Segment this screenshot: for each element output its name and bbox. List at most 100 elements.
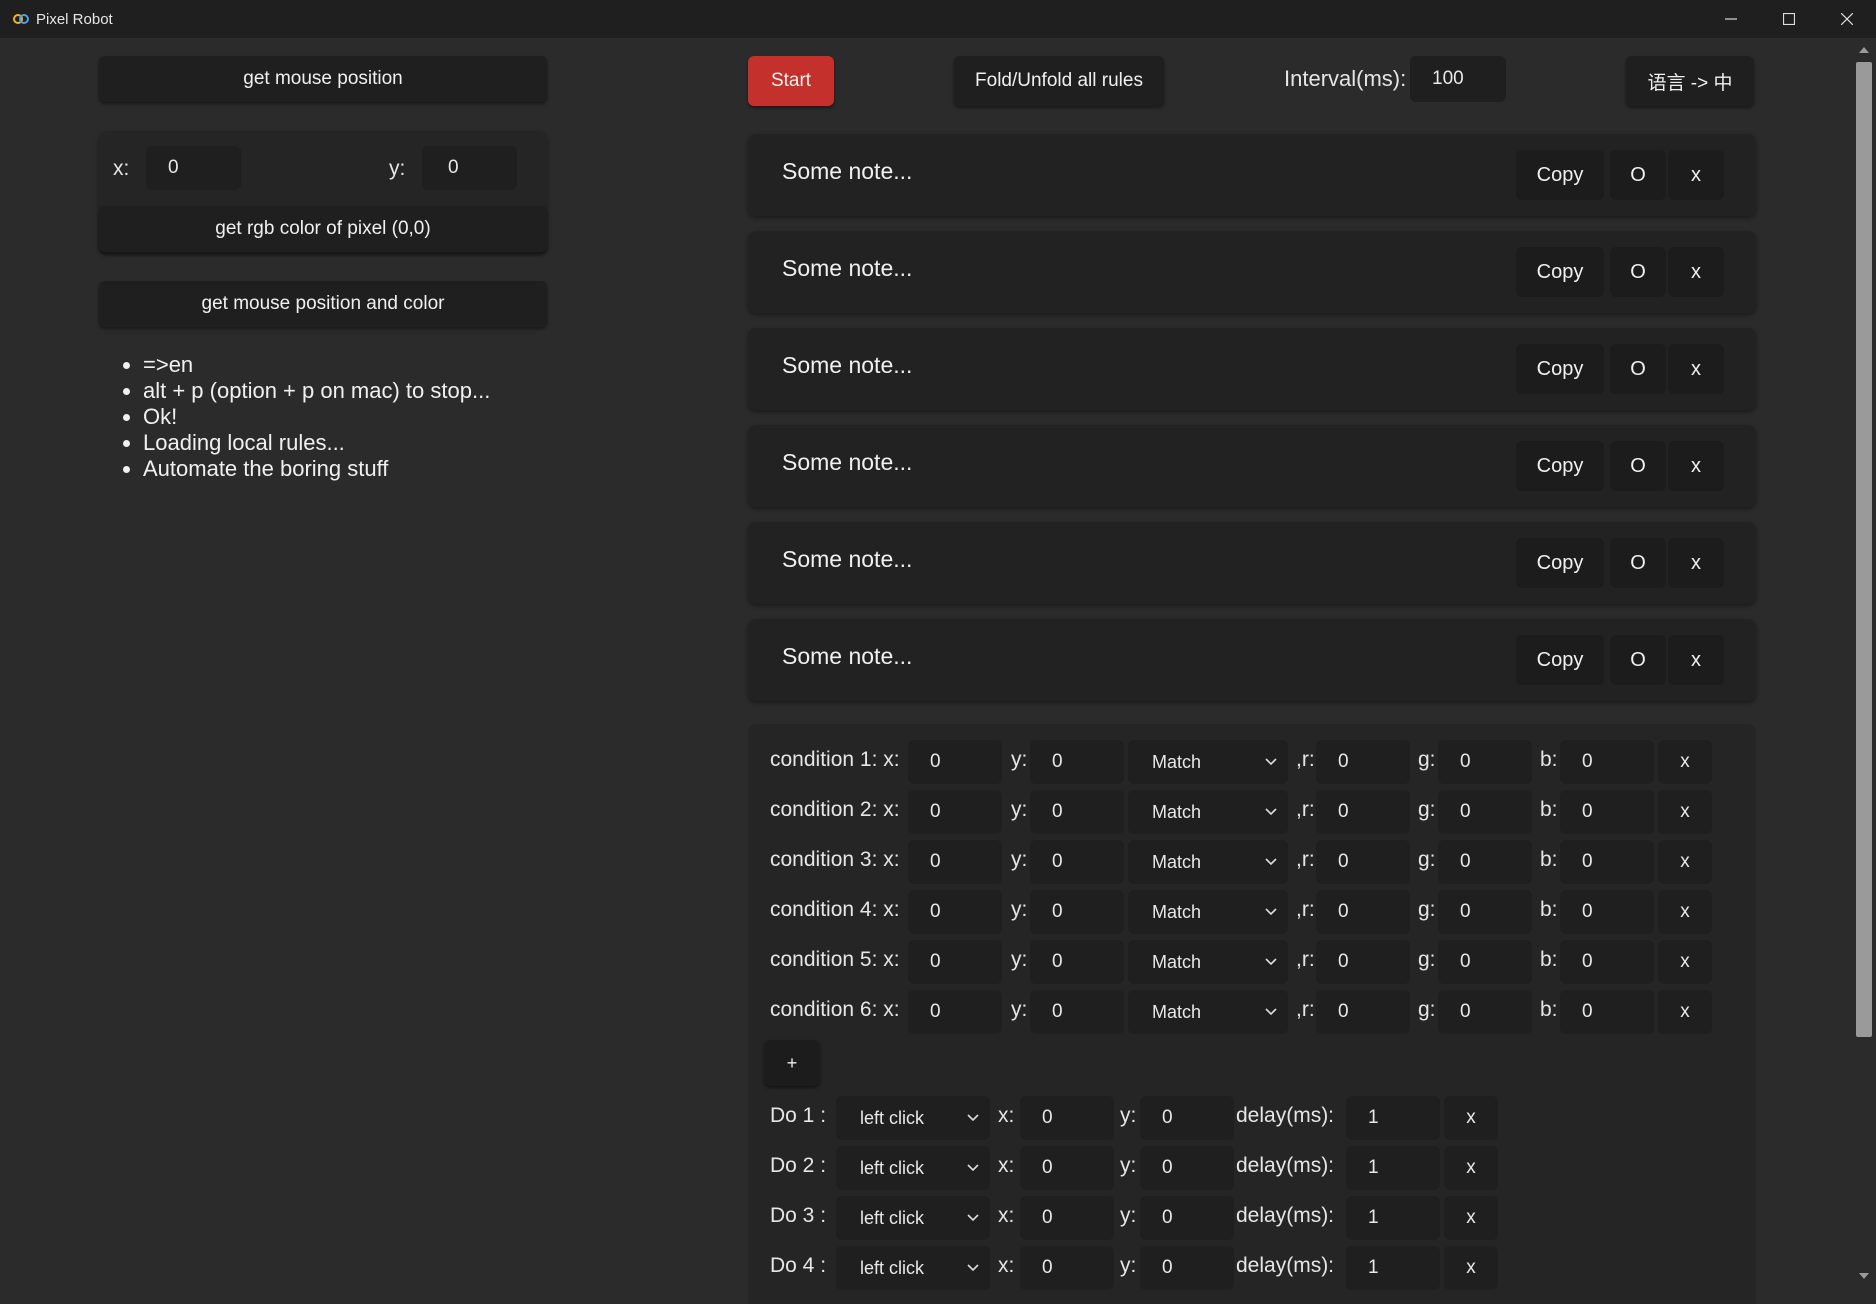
action-x-input[interactable]: 0 (1020, 1146, 1114, 1190)
delete-action-button[interactable]: x (1444, 1146, 1498, 1190)
copy-rule-button[interactable]: Copy (1516, 150, 1604, 200)
condition-x-input[interactable]: 0 (908, 740, 1002, 784)
delete-condition-button[interactable]: x (1658, 890, 1712, 934)
delete-action-button[interactable]: x (1444, 1096, 1498, 1140)
x-input[interactable]: 0 (146, 146, 241, 190)
condition-x-input[interactable]: 0 (908, 890, 1002, 934)
condition-r-input[interactable]: 0 (1316, 740, 1410, 784)
condition-y-input[interactable]: 0 (1030, 890, 1124, 934)
condition-mode-select[interactable]: Match (1128, 840, 1288, 884)
rule-note[interactable]: Some note... (782, 449, 912, 476)
fold-unfold-rules-button[interactable]: Fold/Unfold all rules (954, 56, 1164, 106)
delete-condition-button[interactable]: x (1658, 790, 1712, 834)
condition-mode-select[interactable]: Match (1128, 790, 1288, 834)
delay-input[interactable]: 1 (1346, 1196, 1440, 1240)
condition-mode-select[interactable]: Match (1128, 990, 1288, 1034)
action-y-input[interactable]: 0 (1140, 1146, 1234, 1190)
action-x-input[interactable]: 0 (1020, 1096, 1114, 1140)
scroll-down-arrow-icon[interactable] (1857, 1270, 1871, 1282)
action-type-select[interactable]: left click (836, 1096, 990, 1140)
scrollbar-thumb[interactable] (1856, 62, 1872, 1037)
copy-rule-button[interactable]: Copy (1516, 635, 1604, 685)
toggle-rule-button[interactable]: O (1610, 247, 1666, 297)
rule-note[interactable]: Some note... (782, 352, 912, 379)
condition-b-input[interactable]: 0 (1560, 990, 1654, 1034)
delete-action-button[interactable]: x (1444, 1246, 1498, 1290)
get-rgb-color-button[interactable]: get rgb color of pixel (0,0) (99, 206, 547, 252)
action-type-select[interactable]: left click (836, 1246, 990, 1290)
delete-action-button[interactable]: x (1444, 1196, 1498, 1240)
toggle-rule-button[interactable]: O (1610, 344, 1666, 394)
maximize-button[interactable] (1760, 0, 1818, 38)
action-x-input[interactable]: 0 (1020, 1246, 1114, 1290)
get-mouse-position-button[interactable]: get mouse position (99, 56, 547, 102)
action-y-input[interactable]: 0 (1140, 1246, 1234, 1290)
action-x-input[interactable]: 0 (1020, 1196, 1114, 1240)
delete-rule-button[interactable]: x (1668, 150, 1724, 200)
rule-note[interactable]: Some note... (782, 643, 912, 670)
language-toggle-button[interactable]: 语言 -> 中 (1626, 56, 1754, 106)
condition-g-input[interactable]: 0 (1438, 890, 1532, 934)
delay-input[interactable]: 1 (1346, 1096, 1440, 1140)
toggle-rule-button[interactable]: O (1610, 635, 1666, 685)
condition-mode-select[interactable]: Match (1128, 940, 1288, 984)
condition-x-input[interactable]: 0 (908, 790, 1002, 834)
delay-input[interactable]: 1 (1346, 1146, 1440, 1190)
interval-input[interactable]: 100 (1410, 56, 1506, 102)
condition-y-input[interactable]: 0 (1030, 840, 1124, 884)
delete-condition-button[interactable]: x (1658, 740, 1712, 784)
condition-b-input[interactable]: 0 (1560, 940, 1654, 984)
delete-rule-button[interactable]: x (1668, 635, 1724, 685)
rule-card[interactable]: Some note... Copy O x (748, 231, 1756, 313)
copy-rule-button[interactable]: Copy (1516, 344, 1604, 394)
condition-r-input[interactable]: 0 (1316, 890, 1410, 934)
y-input[interactable]: 0 (422, 146, 517, 190)
rule-card[interactable]: Some note... Copy O x (748, 619, 1756, 701)
add-condition-button[interactable]: + (764, 1040, 820, 1086)
action-y-input[interactable]: 0 (1140, 1096, 1234, 1140)
toggle-rule-button[interactable]: O (1610, 150, 1666, 200)
condition-g-input[interactable]: 0 (1438, 940, 1532, 984)
rule-note[interactable]: Some note... (782, 546, 912, 573)
condition-g-input[interactable]: 0 (1438, 790, 1532, 834)
condition-b-input[interactable]: 0 (1560, 890, 1654, 934)
condition-r-input[interactable]: 0 (1316, 790, 1410, 834)
condition-r-input[interactable]: 0 (1316, 990, 1410, 1034)
condition-mode-select[interactable]: Match (1128, 740, 1288, 784)
copy-rule-button[interactable]: Copy (1516, 538, 1604, 588)
rule-card[interactable]: Some note... Copy O x (748, 328, 1756, 410)
delete-rule-button[interactable]: x (1668, 441, 1724, 491)
delete-condition-button[interactable]: x (1658, 940, 1712, 984)
delete-condition-button[interactable]: x (1658, 990, 1712, 1034)
condition-b-input[interactable]: 0 (1560, 840, 1654, 884)
condition-r-input[interactable]: 0 (1316, 940, 1410, 984)
get-mouse-position-and-color-button[interactable]: get mouse position and color (99, 281, 547, 327)
condition-g-input[interactable]: 0 (1438, 840, 1532, 884)
rule-note[interactable]: Some note... (782, 158, 912, 185)
condition-x-input[interactable]: 0 (908, 940, 1002, 984)
condition-y-input[interactable]: 0 (1030, 790, 1124, 834)
condition-b-input[interactable]: 0 (1560, 790, 1654, 834)
start-button[interactable]: Start (748, 56, 834, 106)
condition-r-input[interactable]: 0 (1316, 840, 1410, 884)
condition-g-input[interactable]: 0 (1438, 740, 1532, 784)
condition-y-input[interactable]: 0 (1030, 740, 1124, 784)
condition-b-input[interactable]: 0 (1560, 740, 1654, 784)
condition-g-input[interactable]: 0 (1438, 990, 1532, 1034)
delete-rule-button[interactable]: x (1668, 344, 1724, 394)
action-type-select[interactable]: left click (836, 1196, 990, 1240)
rule-card[interactable]: Some note... Copy O x (748, 134, 1756, 216)
rule-note[interactable]: Some note... (782, 255, 912, 282)
delete-condition-button[interactable]: x (1658, 840, 1712, 884)
delay-input[interactable]: 1 (1346, 1246, 1440, 1290)
condition-x-input[interactable]: 0 (908, 990, 1002, 1034)
copy-rule-button[interactable]: Copy (1516, 247, 1604, 297)
action-type-select[interactable]: left click (836, 1146, 990, 1190)
action-y-input[interactable]: 0 (1140, 1196, 1234, 1240)
close-button[interactable] (1818, 0, 1876, 38)
toggle-rule-button[interactable]: O (1610, 441, 1666, 491)
condition-y-input[interactable]: 0 (1030, 940, 1124, 984)
copy-rule-button[interactable]: Copy (1516, 441, 1604, 491)
minimize-button[interactable] (1702, 0, 1760, 38)
condition-x-input[interactable]: 0 (908, 840, 1002, 884)
